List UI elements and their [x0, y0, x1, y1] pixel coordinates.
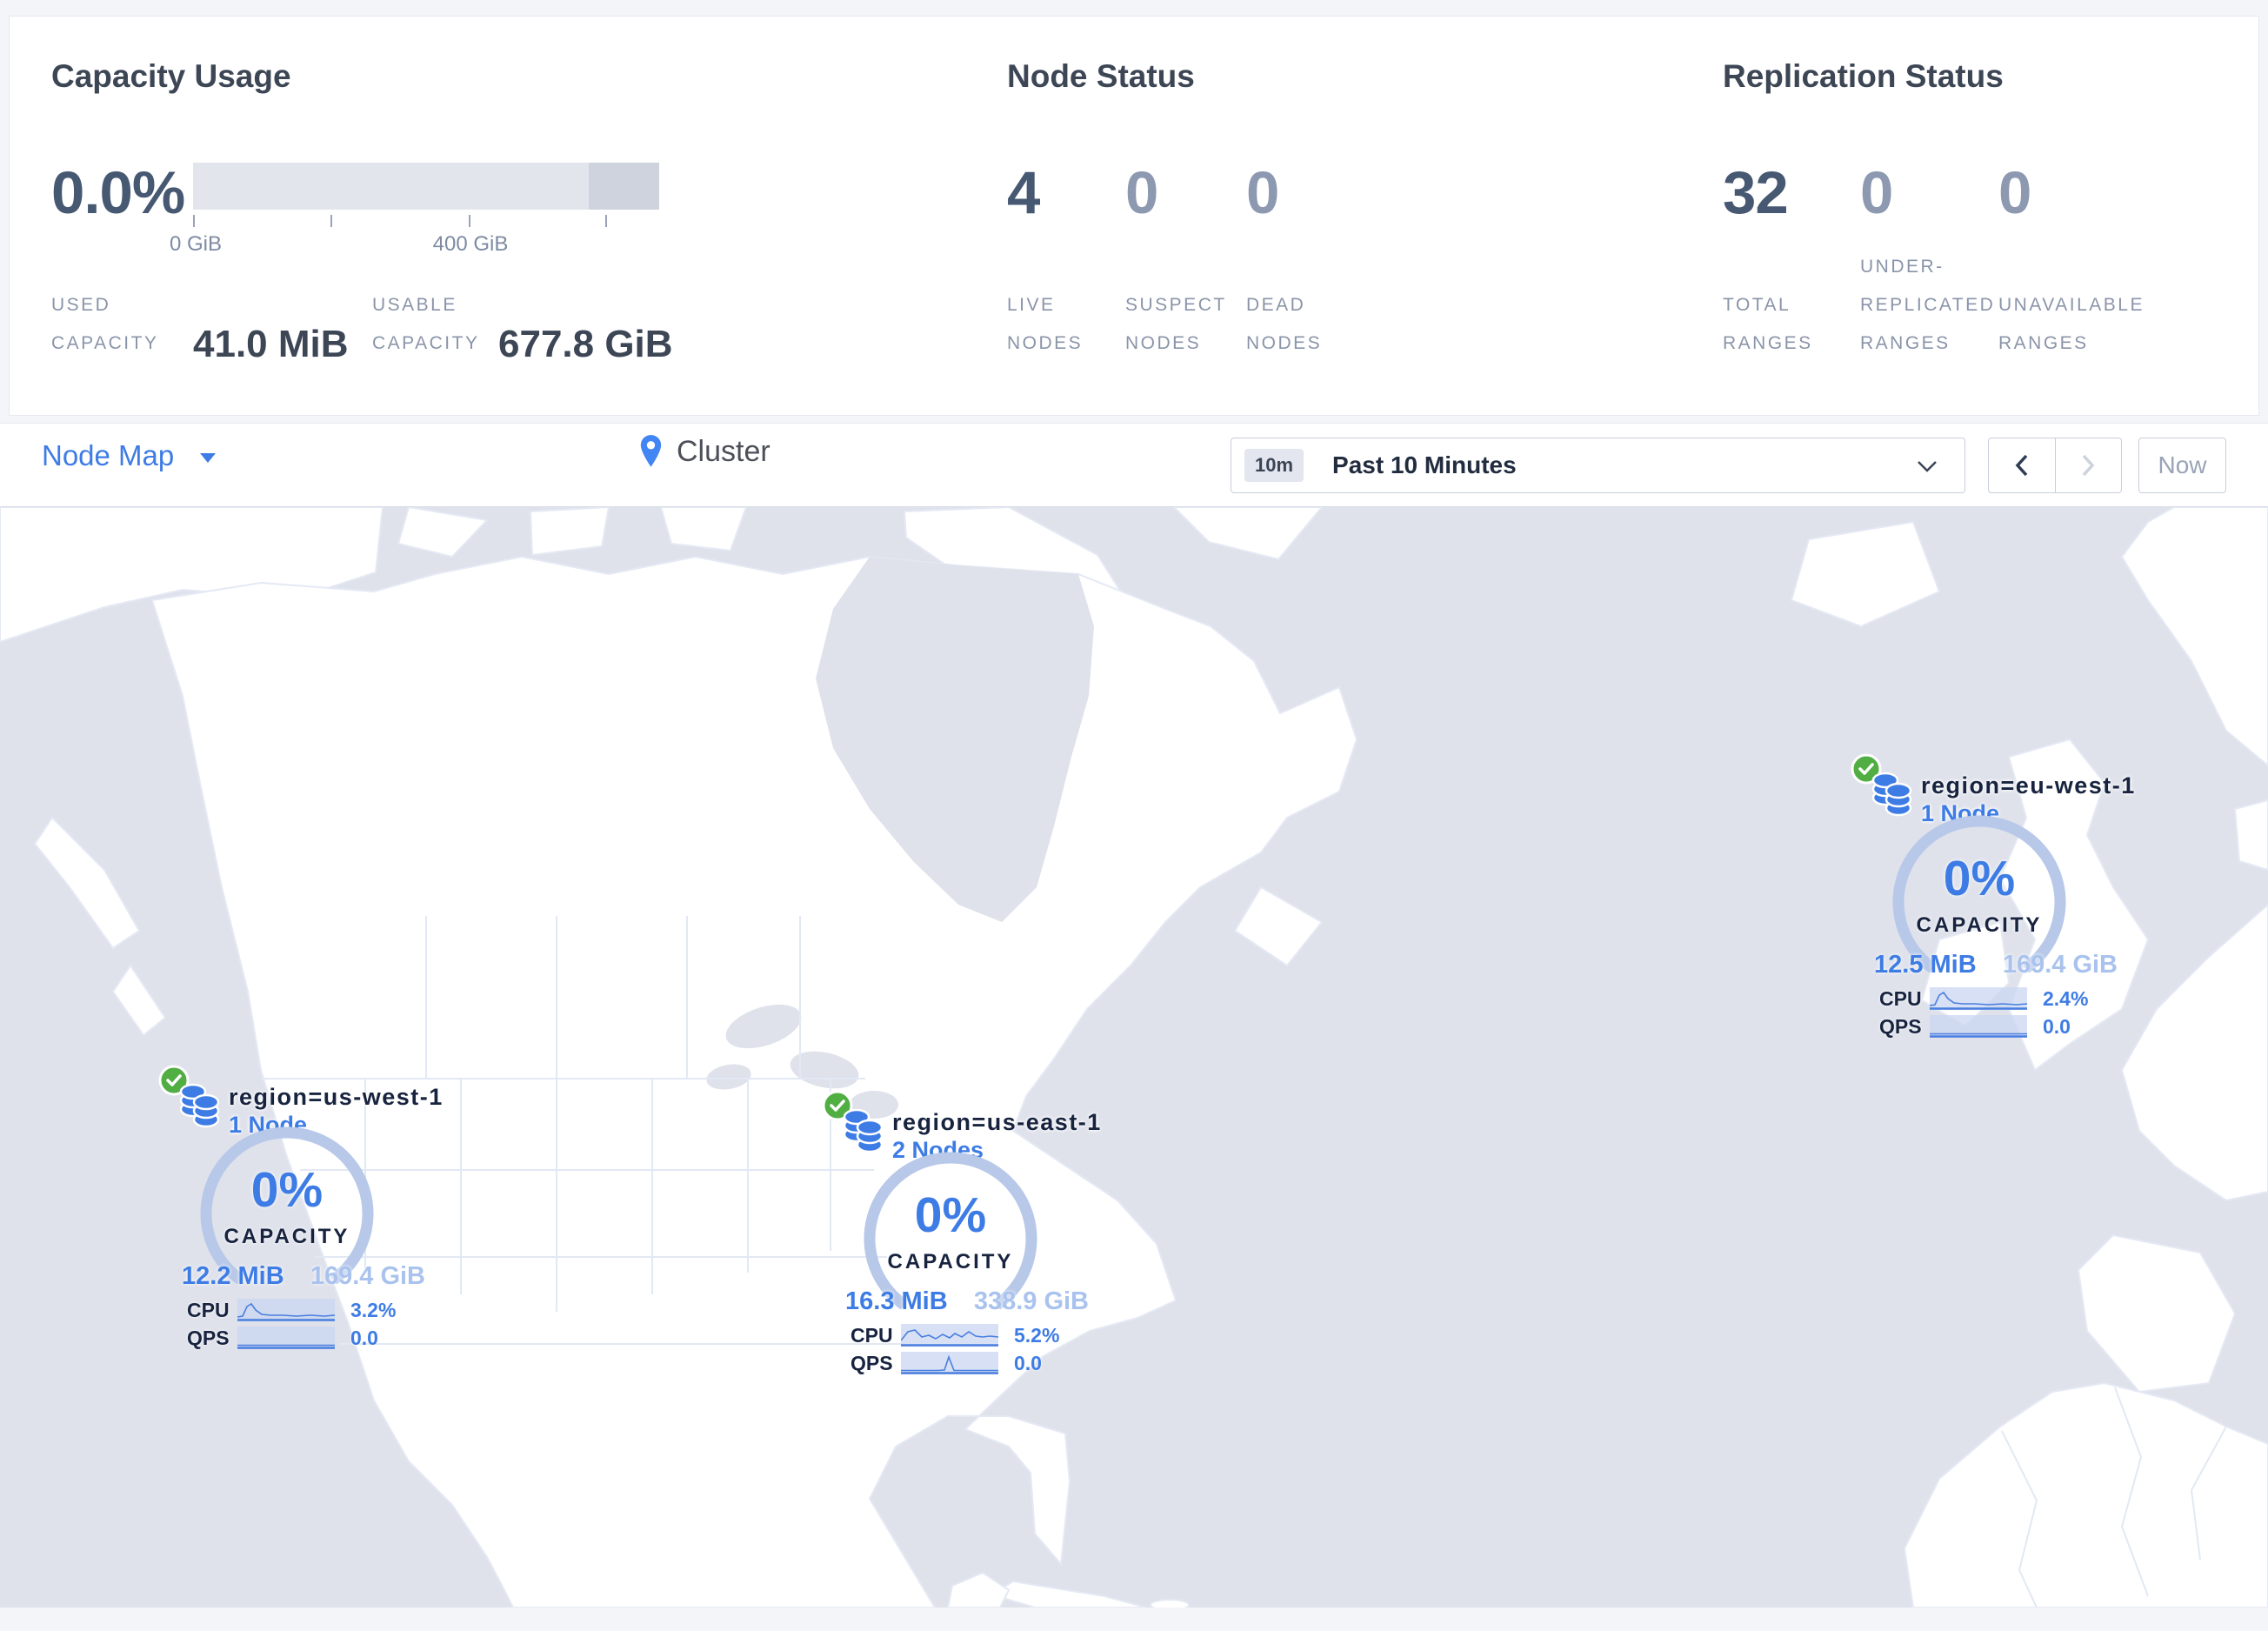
used-capacity-value: 41.0 MiB: [193, 323, 349, 365]
time-range-label: Past 10 Minutes: [1332, 451, 1517, 478]
view-selector-label: Node Map: [42, 439, 175, 471]
cpu-sparkline: [901, 1324, 998, 1347]
africa: [1903, 1381, 2268, 1608]
qps-label: QPS: [187, 1326, 230, 1349]
cpu-label: CPU: [187, 1298, 230, 1321]
capacity-percent-value: 0.0%: [51, 159, 185, 226]
region-marker-eu-west-1[interactable]: region=eu-west-1 1 Node 0% CAPACITY 12.5…: [1850, 752, 2145, 1039]
chevron-down-icon: [1918, 461, 1937, 472]
region-label: region=eu-west-1: [1921, 772, 2136, 799]
capacity-usage-title: Capacity Usage: [51, 58, 291, 94]
qps-label: QPS: [850, 1351, 893, 1374]
cluster-overview-page: Capacity Usage 0.0% 0 GiB 400 GiB USED C…: [0, 0, 2268, 1631]
dead-nodes-label: DEAD NODES: [1246, 294, 1323, 353]
live-nodes-label: LIVE NODES: [1007, 294, 1084, 353]
cpu-value: 2.4%: [2043, 986, 2089, 1010]
capacity-percent: 0%: [1943, 851, 2016, 906]
capacity-percent: 0%: [914, 1187, 987, 1243]
total-ranges-value: 32: [1723, 159, 1789, 226]
capacity-label: CAPACITY: [223, 1225, 350, 1248]
qps-value: 0.0: [1014, 1351, 1042, 1374]
qps-sparkline: [901, 1352, 998, 1374]
caret-down-icon: [200, 452, 217, 463]
live-nodes-value: 4: [1007, 159, 1040, 226]
qps-label: QPS: [1879, 1014, 1922, 1038]
unavailable-ranges-value: 0: [1998, 159, 2031, 226]
capacity-bar-other-segment: [589, 163, 659, 210]
under-replicated-ranges-label: UNDER-REPLICATED RANGES: [1860, 256, 1996, 353]
used-capacity: 16.3 MiB: [845, 1287, 948, 1315]
qps-value: 0.0: [2043, 1014, 2071, 1038]
cpu-value: 5.2%: [1014, 1323, 1060, 1347]
total-capacity: 169.4 GiB: [310, 1262, 425, 1290]
capacity-label: CAPACITY: [1916, 913, 2043, 937]
map-toolbar: Node Map Cluster 10m Past 10 Minutes Now: [0, 423, 2268, 507]
replication-status-title: Replication Status: [1723, 58, 2004, 94]
total-capacity: 169.4 GiB: [2002, 951, 2118, 979]
time-range-badge: 10m: [1244, 449, 1304, 482]
suspect-nodes-value: 0: [1125, 159, 1158, 226]
chevron-right-icon: [2082, 454, 2095, 477]
world-map: [0, 507, 2268, 1608]
total-ranges-label: TOTAL RANGES: [1723, 294, 1813, 353]
node-map: region=us-west-1 1 Node 0% CAPACITY 12.2…: [0, 507, 2268, 1608]
used-capacity: 12.2 MiB: [182, 1262, 284, 1290]
capacity-axis-tick: [605, 215, 607, 227]
cpu-label: CPU: [1879, 986, 1922, 1010]
qps-sparkline: [1930, 1015, 2027, 1038]
total-capacity: 338.9 GiB: [973, 1287, 1089, 1315]
region-label: region=us-west-1: [229, 1084, 444, 1110]
capacity-axis-tick: [330, 215, 332, 227]
time-step-forward-button[interactable]: [2056, 438, 2122, 492]
capacity-label: CAPACITY: [887, 1250, 1014, 1273]
used-capacity: 12.5 MiB: [1874, 951, 1977, 979]
cpu-sparkline: [1930, 987, 2027, 1010]
used-capacity-label: USED CAPACITY: [51, 294, 159, 353]
suspect-nodes-label: SUSPECT NODES: [1125, 294, 1227, 353]
under-replicated-ranges-value: 0: [1860, 159, 1893, 226]
summary-card: Capacity Usage 0.0% 0 GiB 400 GiB USED C…: [9, 16, 2259, 416]
node-status-title: Node Status: [1007, 58, 1195, 94]
now-button-label: Now: [2158, 451, 2207, 478]
qps-value: 0.0: [350, 1326, 378, 1349]
qps-sparkline: [237, 1327, 335, 1349]
breadcrumb[interactable]: Cluster: [639, 434, 770, 469]
capacity-axis-tick: [193, 215, 195, 227]
region-marker-us-east-1[interactable]: region=us-east-1 2 Nodes 0% CAPACITY 16.…: [821, 1089, 1117, 1376]
capacity-axis-tick: [469, 215, 470, 227]
now-button[interactable]: Now: [2138, 438, 2226, 493]
unavailable-ranges-label: UNAVAILABLE RANGES: [1998, 294, 2145, 353]
capacity-bar: [193, 163, 659, 210]
cpu-value: 3.2%: [350, 1298, 397, 1321]
view-selector-dropdown[interactable]: Node Map: [42, 439, 217, 472]
time-step-back-button[interactable]: [1989, 438, 2056, 492]
region-label: region=us-east-1: [892, 1109, 1102, 1135]
cpu-sparkline: [237, 1299, 335, 1321]
map-pin-icon: [640, 435, 662, 467]
usable-capacity-value: 677.8 GiB: [498, 323, 673, 365]
time-step-buttons: [1988, 438, 2122, 493]
time-range-selector[interactable]: 10m Past 10 Minutes: [1231, 438, 1965, 493]
chevron-left-icon: [2015, 454, 2028, 477]
cpu-label: CPU: [850, 1323, 893, 1347]
usable-capacity-label: USABLE CAPACITY: [372, 294, 480, 353]
capacity-percent: 0%: [250, 1162, 324, 1218]
dead-nodes-value: 0: [1246, 159, 1279, 226]
region-marker-us-west-1[interactable]: region=us-west-1 1 Node 0% CAPACITY 12.2…: [157, 1064, 453, 1351]
breadcrumb-label: Cluster: [677, 434, 770, 468]
